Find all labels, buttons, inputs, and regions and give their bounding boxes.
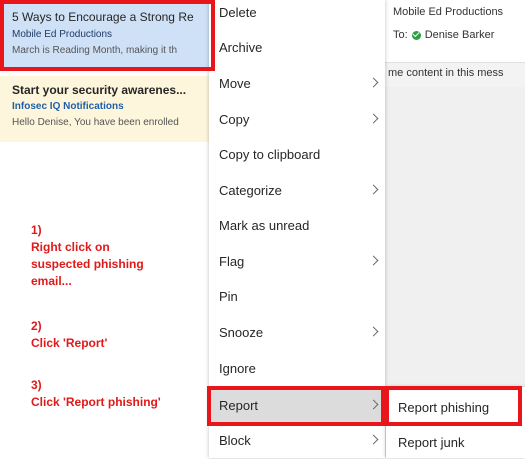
step-text-line: Right click on [31,240,110,254]
message-preview: Hello Denise, You have been enrolled [12,117,179,128]
chevron-right-icon [368,255,379,266]
menu-item-categorize[interactable]: Categorize [209,174,385,208]
menu-item-label: Copy [219,112,250,127]
menu-item-label: Block [219,433,251,448]
menu-item-label: Ignore [219,361,256,376]
chevron-right-icon [368,77,379,88]
menu-item-pin[interactable]: Pin [209,280,385,314]
recipient-name[interactable]: Denise Barker [425,29,495,41]
recipient-line: To: Denise Barker [393,29,494,41]
instruction-step-3: 3) Click 'Report phishing' [31,377,161,411]
menu-item-label: Flag [219,254,245,269]
highlight-box-message [0,0,215,71]
instruction-step-1: 1) Right click on suspected phishing ema… [31,222,144,290]
sender-name[interactable]: Mobile Ed Productions [393,6,503,18]
chevron-right-icon [368,434,379,445]
chevron-right-icon [368,113,379,124]
submenu-item-label: Report junk [398,435,465,450]
available-status-icon [411,30,421,40]
to-label: To: [393,29,408,41]
chevron-right-icon [368,326,379,337]
menu-item-label: Archive [219,40,263,55]
menu-item-delete[interactable]: Delete [209,0,385,30]
menu-item-copy-to-clipboard[interactable]: Copy to clipboard [209,138,385,172]
menu-item-label: Mark as unread [219,218,310,233]
instruction-step-2: 2) Click 'Report' [31,318,107,352]
menu-item-label: Delete [219,5,257,20]
menu-item-mark-as-unread[interactable]: Mark as unread [209,209,385,243]
menu-item-label: Move [219,76,251,91]
step-text: Click 'Report phishing' [31,395,161,409]
info-bar-text: me content in this mess [388,67,504,79]
chevron-right-icon [368,184,379,195]
highlight-box-report [207,386,385,426]
message-subject: Start your security awarenes... [12,83,187,97]
menu-item-block[interactable]: Block [209,424,385,458]
submenu-item-report-junk[interactable]: Report junk [386,425,525,459]
menu-item-move[interactable]: Move [209,67,385,101]
step-text: Click 'Report' [31,336,108,350]
step-text-line: suspected phishing [31,257,144,271]
message-list-item[interactable]: Start your security awarenes... Infosec … [0,76,211,142]
menu-item-label: Copy to clipboard [219,147,321,162]
highlight-box-report-phishing [385,386,522,426]
menu-item-archive[interactable]: Archive [209,31,385,65]
menu-item-label: Pin [219,289,238,304]
step-text-line: email... [31,274,72,288]
menu-item-copy[interactable]: Copy [209,103,385,137]
message-sender: Infosec IQ Notifications [12,101,124,112]
menu-item-snooze[interactable]: Snooze [209,316,385,350]
menu-item-flag[interactable]: Flag [209,245,385,279]
menu-item-ignore[interactable]: Ignore [209,352,385,386]
step-number: 3) [31,378,42,392]
menu-item-label: Categorize [219,183,282,198]
step-number: 1) [31,223,42,237]
step-number: 2) [31,319,42,333]
menu-item-label: Snooze [219,325,264,340]
